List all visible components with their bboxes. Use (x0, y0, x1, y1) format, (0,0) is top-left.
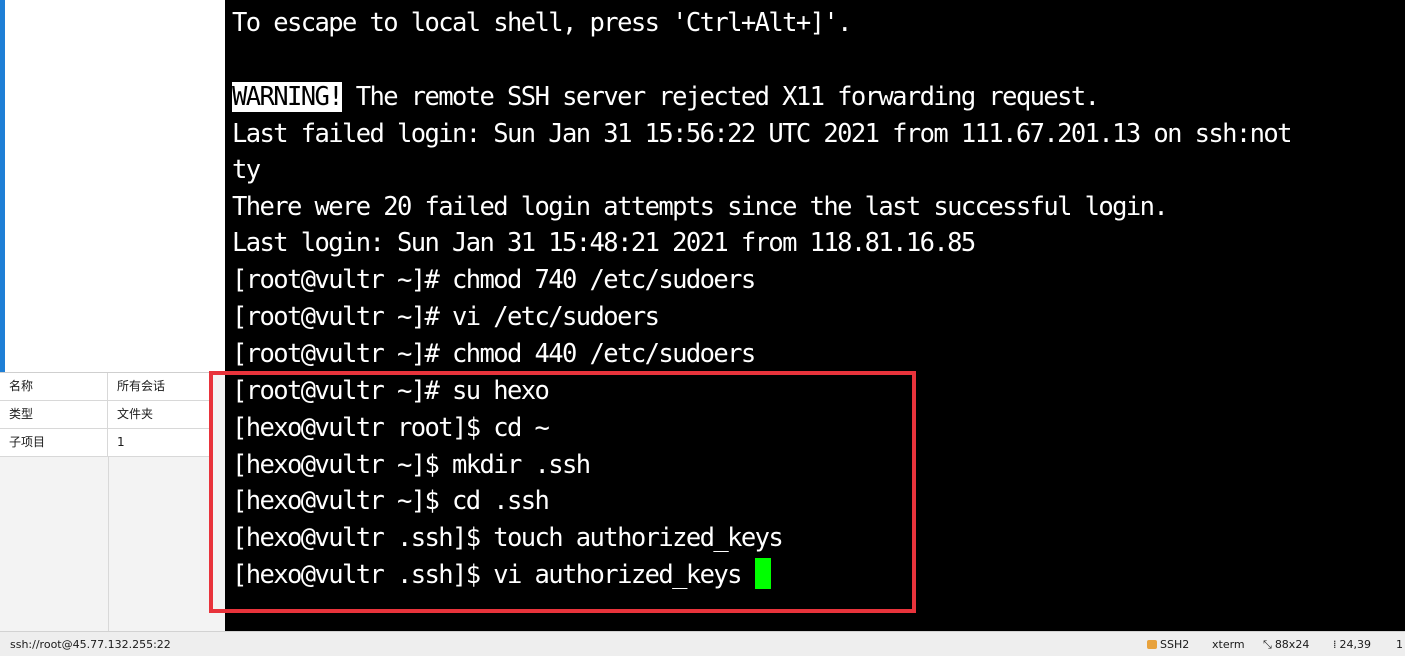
protocol-status: SSH2 (1147, 632, 1189, 656)
terminal-line-prompt: [hexo@vultr .ssh]$ vi authorized_keys (232, 557, 771, 594)
prompt-text: [hexo@vultr .ssh]$ vi authorized_keys (232, 560, 755, 590)
terminal-line: [root@vultr ~]# chmod 440 /etc/sudoers (232, 339, 756, 369)
terminal-line: [hexo@vultr root]$ cd ~ (232, 413, 550, 443)
terminal-line: [root@vultr ~]# su hexo (232, 376, 550, 406)
terminal-line: ty (232, 155, 261, 185)
terminal-line: [hexo@vultr ~]$ cd .ssh (232, 486, 550, 516)
props-value: 文件夹 (117, 407, 154, 421)
session-properties-table: 名称 所有会话 类型 文件夹 子项目 1 (0, 372, 209, 632)
panel-splitter-lower (209, 372, 225, 631)
lock-icon (1147, 640, 1157, 649)
terminal-line: Last login: Sun Jan 31 15:48:21 2021 fro… (232, 228, 976, 258)
terminal-line: There were 20 failed login attempts sinc… (232, 192, 1169, 222)
left-panel: 名称 所有会话 类型 文件夹 子项目 1 (0, 0, 209, 632)
props-value: 所有会话 (117, 379, 166, 393)
status-bar: ssh://root@45.77.132.255:22 SSH2 xterm ⤡… (0, 631, 1405, 656)
resize-icon: ⤡ (1263, 638, 1272, 651)
connection-string: ssh://root@45.77.132.255:22 (10, 638, 171, 651)
terminal-line: [hexo@vultr ~]$ mkdir .ssh (232, 450, 591, 480)
warning-label: WARNING! (232, 82, 344, 112)
ssh-client-window: 名称 所有会话 类型 文件夹 子项目 1 To escape to local … (0, 0, 1405, 656)
cursor-position: ⁞ 24,39 (1333, 632, 1371, 656)
props-key: 类型 (0, 401, 108, 428)
cursor-position-label: 24,39 (1339, 638, 1372, 651)
props-row-children: 子项目 1 (0, 429, 209, 457)
session-tree[interactable] (5, 0, 209, 372)
terminal-line: [root@vultr ~]# chmod 740 /etc/sudoers (232, 265, 756, 295)
terminal-line: [hexo@vultr .ssh]$ touch authorized_keys (232, 523, 784, 553)
status-extra: 1 (1396, 638, 1403, 651)
terminal-size: ⤡ 88x24 (1263, 632, 1309, 656)
props-column-divider (108, 457, 109, 632)
props-key: 子项目 (0, 429, 108, 456)
props-filler (0, 457, 209, 632)
text-cursor (754, 558, 771, 589)
terminal-line: Last failed login: Sun Jan 31 15:56:22 U… (232, 119, 1293, 149)
terminal-line-warning: WARNING! The remote SSH server rejected … (232, 79, 1100, 116)
terminal-size-label: 88x24 (1274, 638, 1310, 651)
warning-text: The remote SSH server rejected X11 forwa… (342, 82, 1100, 112)
terminal-line: [root@vultr ~]# vi /etc/sudoers (232, 302, 660, 332)
terminal-view[interactable]: To escape to local shell, press 'Ctrl+Al… (225, 0, 1405, 631)
props-row-name: 名称 所有会话 (0, 373, 209, 401)
cursor-position-icon: ⁞ (1333, 638, 1337, 651)
terminal-line: To escape to local shell, press 'Ctrl+Al… (232, 8, 852, 38)
protocol-label: SSH2 (1160, 638, 1190, 651)
props-row-type: 类型 文件夹 (0, 401, 209, 429)
props-key: 名称 (0, 373, 108, 400)
terminal-type: xterm (1212, 638, 1245, 651)
props-value: 1 (117, 435, 125, 449)
